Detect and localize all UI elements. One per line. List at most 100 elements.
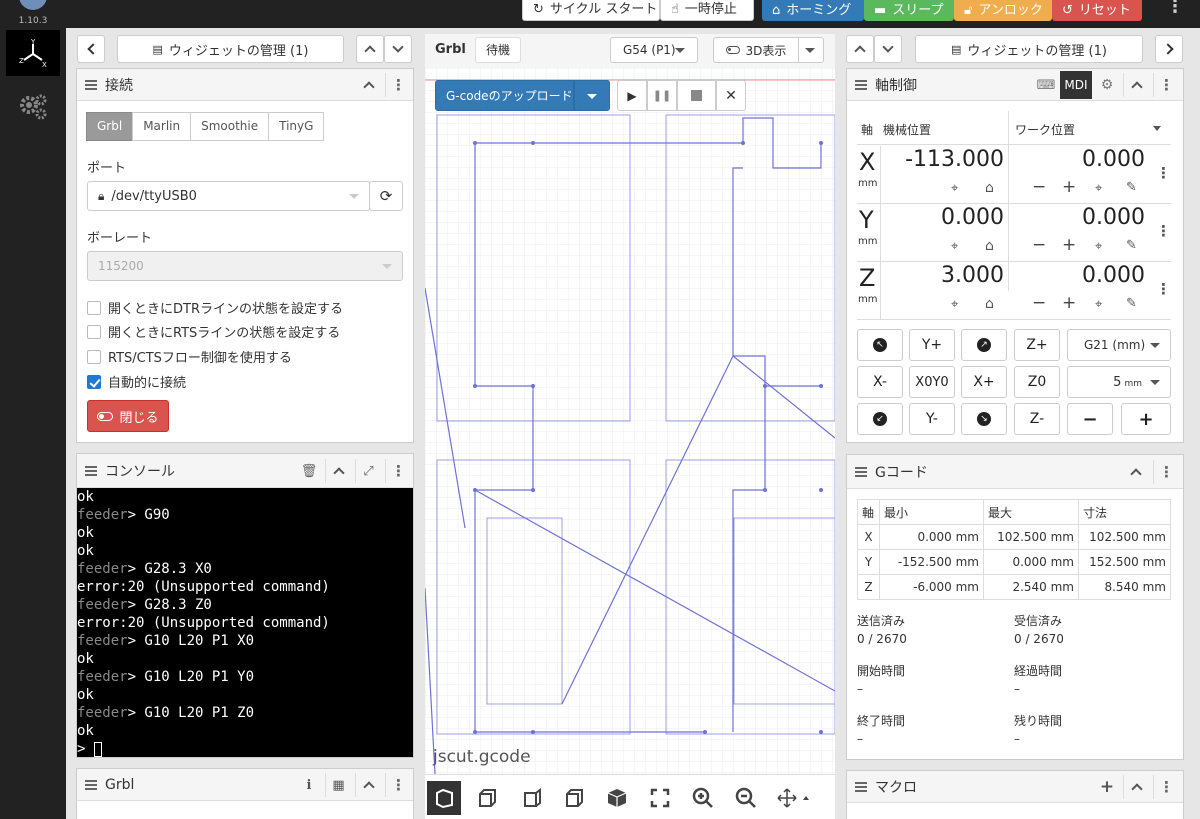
console-output[interactable]: ok feeder> G90 ok ok feeder> G28.3 X0 error:2… xyxy=(77,488,413,757)
toolpath-canvas[interactable] xyxy=(425,68,835,774)
jog-xminus-yplus-button[interactable]: ↖ xyxy=(857,329,903,361)
left-prev-button[interactable] xyxy=(77,35,105,63)
left-expand-all-button[interactable] xyxy=(384,35,412,63)
step-decrease-button[interactable]: − xyxy=(1067,403,1113,435)
minus-icon[interactable]: − xyxy=(1032,235,1046,255)
plus-icon[interactable]: + xyxy=(1062,177,1076,197)
go-to-work-zero-icon[interactable]: ⌖ xyxy=(1095,239,1102,254)
axes-menu-button[interactable]: ⋮ xyxy=(1153,73,1179,97)
right-expand-all-button[interactable] xyxy=(874,35,902,63)
top-menu-kebab-icon[interactable]: ⋮ xyxy=(1166,0,1184,20)
upload-gcode-button[interactable]: G-codeのアップロード xyxy=(435,80,574,111)
connection-collapse-button[interactable] xyxy=(356,73,382,97)
grbl-info-button[interactable]: i xyxy=(296,773,322,797)
jog-xminus-yminus-button[interactable]: ↙ xyxy=(857,403,903,435)
upload-dropdown[interactable] xyxy=(574,80,610,111)
view-3d-icon[interactable] xyxy=(427,781,461,815)
macro-menu-button[interactable]: ⋮ xyxy=(1153,775,1179,799)
view-front-icon[interactable] xyxy=(515,781,549,815)
feed-hold-button[interactable]: ☝ 一時停止 xyxy=(660,0,754,21)
baud-select[interactable]: 115200 xyxy=(87,251,403,281)
gcode-menu-button[interactable]: ⋮ xyxy=(1153,460,1179,484)
view-3d-dropdown[interactable] xyxy=(798,37,824,63)
controller-tinyg[interactable]: TinyG xyxy=(268,112,325,141)
console-menu-button[interactable]: ⋮ xyxy=(385,459,411,483)
view-3d-toggle[interactable]: 3D表示 xyxy=(713,37,798,63)
console-collapse-button[interactable] xyxy=(325,459,351,483)
minus-icon[interactable]: − xyxy=(1032,293,1046,313)
go-to-work-zero-icon[interactable]: ⌖ xyxy=(1095,181,1102,196)
console-clear-button[interactable]: 🗑︎ xyxy=(296,459,322,483)
jog-zminus-button[interactable]: Z- xyxy=(1014,403,1060,435)
pause-button[interactable]: ❚❚ xyxy=(647,80,677,111)
console-cursor[interactable] xyxy=(93,741,102,757)
drag-handle-icon[interactable] xyxy=(85,465,97,476)
run-button[interactable]: ▶ xyxy=(617,80,647,111)
go-to-position-icon[interactable]: ⌖ xyxy=(951,297,958,312)
unlock-button[interactable]: 🔓︎ アンロック xyxy=(954,0,1052,21)
wcs-dropdown[interactable]: G54 (P1) xyxy=(610,37,698,63)
edit-icon[interactable]: ✎ xyxy=(1126,296,1137,311)
mdi-button[interactable]: MDI xyxy=(1060,71,1092,99)
zoom-out-icon[interactable] xyxy=(729,781,763,815)
keypad-button[interactable]: ⌨ xyxy=(1031,73,1061,97)
homing-button[interactable]: ⌂ ホーミング xyxy=(762,0,864,21)
jog-step-select[interactable]: 5 mm xyxy=(1067,366,1171,398)
close-file-button[interactable]: ✕ xyxy=(716,80,746,111)
stop-button[interactable] xyxy=(677,80,716,111)
axis-row-kebab-icon[interactable]: ⋮ xyxy=(1156,280,1171,298)
controller-grbl[interactable]: Grbl xyxy=(86,112,134,141)
right-next-button[interactable] xyxy=(1155,35,1183,63)
cycle-start-button[interactable]: ↻ サイクル スタート xyxy=(522,0,660,21)
step-increase-button[interactable]: + xyxy=(1121,403,1171,435)
right-manage-widgets-button[interactable]: ▤ ウィジェットの管理 (1) xyxy=(915,35,1143,63)
home-icon[interactable]: ⌂ xyxy=(985,180,994,196)
grbl-collapse-button[interactable] xyxy=(355,773,381,797)
option-rts[interactable]: 開くときにRTSラインの状態を設定する xyxy=(87,322,340,341)
macro-add-button[interactable]: + xyxy=(1094,775,1120,799)
view-top-icon[interactable] xyxy=(470,781,504,815)
jog-xplus-yminus-button[interactable]: ↘ xyxy=(961,403,1007,435)
jog-xplus-button[interactable]: X+ xyxy=(961,366,1007,398)
drag-handle-icon[interactable] xyxy=(855,781,867,792)
jog-xminus-button[interactable]: X- xyxy=(857,366,903,398)
go-xy-zero-button[interactable]: X0Y0 xyxy=(909,366,955,398)
controller-marlin[interactable]: Marlin xyxy=(132,112,192,141)
axes-collapse-button[interactable] xyxy=(1123,73,1149,97)
gcode-collapse-button[interactable] xyxy=(1123,460,1149,484)
home-icon[interactable]: ⌂ xyxy=(985,238,994,254)
axes-settings-button[interactable]: ⚙ xyxy=(1094,73,1120,97)
option-autoconnect[interactable]: 自動的に接続 xyxy=(87,372,186,391)
drag-handle-icon[interactable] xyxy=(85,79,97,90)
connection-menu-button[interactable]: ⋮ xyxy=(385,73,411,97)
view-isometric-icon[interactable] xyxy=(600,781,634,815)
option-dtr[interactable]: 開くときにDTRラインの状態を設定する xyxy=(87,298,343,317)
port-select[interactable]: 🔒︎/dev/ttyUSB0 xyxy=(87,181,370,211)
grbl-grid-button[interactable]: ▦ xyxy=(325,773,351,797)
minus-icon[interactable]: − xyxy=(1032,177,1046,197)
edit-icon[interactable]: ✎ xyxy=(1126,238,1137,253)
axis-row-kebab-icon[interactable]: ⋮ xyxy=(1156,164,1171,182)
right-collapse-all-button[interactable] xyxy=(846,35,874,63)
option-rtscts[interactable]: RTS/CTSフロー制御を使用する xyxy=(87,347,292,366)
go-to-position-icon[interactable]: ⌖ xyxy=(951,181,958,196)
home-icon[interactable]: ⌂ xyxy=(985,296,994,312)
plus-icon[interactable]: + xyxy=(1062,235,1076,255)
drag-handle-icon[interactable] xyxy=(855,466,867,477)
axis-row-kebab-icon[interactable]: ⋮ xyxy=(1156,222,1171,240)
toolpath-visualizer[interactable] xyxy=(425,68,835,774)
macro-collapse-button[interactable] xyxy=(1123,775,1149,799)
axes-columns-caret-icon[interactable] xyxy=(1153,126,1161,131)
rts-checkbox[interactable] xyxy=(87,324,101,339)
nav-workspace-icon[interactable]: Y Z X xyxy=(6,30,60,76)
jog-yminus-button[interactable]: Y- xyxy=(909,403,955,435)
drag-handle-icon[interactable] xyxy=(85,779,97,790)
rtscts-checkbox[interactable] xyxy=(87,349,101,364)
left-manage-widgets-button[interactable]: ▤ ウィジェットの管理 (1) xyxy=(117,35,344,63)
go-z-zero-button[interactable]: Z0 xyxy=(1014,366,1060,398)
close-connection-button[interactable]: 閉じる xyxy=(87,400,169,432)
go-to-work-zero-icon[interactable]: ⌖ xyxy=(1095,297,1102,312)
drag-handle-icon[interactable] xyxy=(855,79,867,90)
reset-button[interactable]: ↺ リセット xyxy=(1052,0,1142,21)
jog-zplus-button[interactable]: Z+ xyxy=(1014,329,1060,361)
